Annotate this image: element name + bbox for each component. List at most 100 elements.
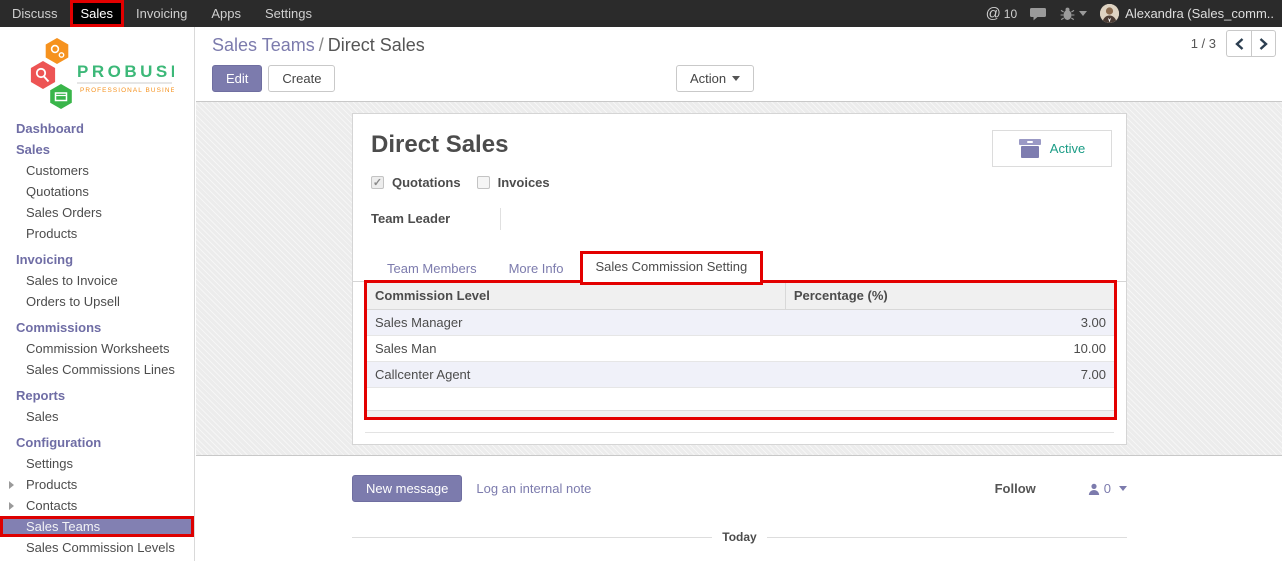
mentions-count: 10: [1004, 7, 1017, 21]
app-menu-settings[interactable]: Settings: [253, 0, 324, 27]
column-header-percentage[interactable]: Percentage (%): [785, 283, 1114, 309]
table-empty-row[interactable]: [367, 387, 1114, 412]
sheet-divider: [365, 432, 1114, 433]
pager-previous-button[interactable]: [1226, 30, 1251, 57]
sidebar-item-config-products[interactable]: Products: [0, 474, 194, 495]
sidebar-item-commission-worksheets[interactable]: Commission Worksheets: [0, 338, 194, 359]
magnifier-hexagon: [31, 61, 55, 89]
tab-sales-commission-setting[interactable]: Sales Commission Setting: [580, 251, 764, 285]
edit-button[interactable]: Edit: [212, 65, 262, 92]
user-name: Alexandra (Sales_comm..: [1125, 6, 1274, 21]
caret-down-icon: [1079, 11, 1087, 16]
user-icon: [1088, 483, 1100, 495]
sidebar-section-sales[interactable]: Sales: [0, 139, 194, 160]
action-label: Action: [690, 71, 726, 86]
sidebar: PROBUSE PROFESSIONAL BUSINESS Dashboard …: [0, 27, 195, 561]
action-dropdown-button[interactable]: Action: [676, 65, 754, 92]
sidebar-item-sales-orders[interactable]: Sales Orders: [0, 202, 194, 223]
chatter-toolbar: New message Log an internal note Follow …: [196, 457, 1282, 502]
sidebar-item-sales-commissions-lines[interactable]: Sales Commissions Lines: [0, 359, 194, 380]
log-internal-note-link[interactable]: Log an internal note: [476, 481, 591, 496]
messages-button[interactable]: [1030, 7, 1047, 21]
breadcrumb-current: Direct Sales: [328, 35, 425, 55]
form-view-background: Direct Sales ✓ Quotations Invoices Team …: [196, 101, 1282, 456]
table-header-row: Commission Level Percentage (%): [367, 283, 1114, 309]
tab-more-info[interactable]: More Info: [493, 254, 580, 281]
sidebar-section-configuration[interactable]: Configuration: [0, 432, 194, 453]
breadcrumb-parent-link[interactable]: Sales Teams: [212, 35, 315, 55]
sidebar-section-reports[interactable]: Reports: [0, 385, 194, 406]
followers-dropdown[interactable]: 0: [1088, 481, 1127, 496]
svg-text:PROBUSE: PROBUSE: [77, 62, 174, 81]
tab-team-members[interactable]: Team Members: [371, 254, 493, 281]
app-menu-sales[interactable]: Sales: [70, 0, 125, 27]
app-menu-invoicing[interactable]: Invoicing: [124, 0, 199, 27]
bug-icon: [1060, 7, 1075, 21]
app-menu-apps[interactable]: Apps: [199, 0, 253, 27]
sidebar-item-sales-to-invoice[interactable]: Sales to Invoice: [0, 270, 194, 291]
table-footer-band: [367, 410, 1114, 417]
caret-down-icon: [1119, 486, 1127, 491]
sidebar-item-config-contacts[interactable]: Contacts: [0, 495, 194, 516]
today-label: Today: [712, 530, 766, 544]
create-button[interactable]: Create: [268, 65, 335, 92]
chevron-right-icon: [1259, 38, 1268, 50]
avatar: [1100, 4, 1119, 23]
breadcrumb-separator: /: [315, 35, 328, 55]
commission-level-cell[interactable]: Sales Man: [367, 335, 785, 361]
chevron-right-icon: [9, 481, 14, 489]
sidebar-item-settings[interactable]: Settings: [0, 453, 194, 474]
sidebar-nav: Dashboard Sales Customers Quotations Sal…: [0, 118, 194, 558]
chatter: New message Log an internal note Follow …: [196, 457, 1282, 561]
new-message-button[interactable]: New message: [352, 475, 462, 502]
invoices-checkbox[interactable]: [477, 176, 490, 189]
follow-button[interactable]: Follow: [995, 481, 1036, 496]
sidebar-item-products[interactable]: Products: [0, 223, 194, 244]
form-sheet: Direct Sales ✓ Quotations Invoices Team …: [352, 113, 1127, 445]
active-toggle-button[interactable]: Active: [992, 130, 1112, 167]
percentage-cell[interactable]: 7.00: [785, 361, 1114, 387]
user-menu[interactable]: Alexandra (Sales_comm..: [1100, 4, 1274, 23]
sidebar-item-quotations[interactable]: Quotations: [0, 181, 194, 202]
button-row: Edit Create Action: [212, 65, 1266, 92]
sidebar-item-orders-to-upsell[interactable]: Orders to Upsell: [0, 291, 194, 312]
sidebar-section-invoicing[interactable]: Invoicing: [0, 249, 194, 270]
commission-level-cell[interactable]: Sales Manager: [367, 309, 785, 335]
quotations-checkbox[interactable]: ✓: [371, 176, 384, 189]
percentage-cell[interactable]: 3.00: [785, 309, 1114, 335]
team-leader-row: Team Leader: [371, 208, 501, 230]
sidebar-item-customers[interactable]: Customers: [0, 160, 194, 181]
checkbox-row: ✓ Quotations Invoices: [371, 175, 558, 190]
table-row[interactable]: Callcenter Agent 7.00: [367, 361, 1114, 387]
sidebar-item-sales-commission-levels[interactable]: Sales Commission Levels: [0, 537, 194, 558]
team-leader-label: Team Leader: [371, 208, 501, 230]
pager: 1 / 3: [1191, 30, 1276, 57]
commission-table: Commission Level Percentage (%) Sales Ma…: [367, 283, 1114, 412]
sidebar-item-label: Contacts: [26, 498, 77, 513]
table-row[interactable]: Sales Manager 3.00: [367, 309, 1114, 335]
record-title: Direct Sales: [371, 131, 508, 159]
column-header-commission-level[interactable]: Commission Level: [367, 283, 785, 309]
commission-table-annotation-box: Commission Level Percentage (%) Sales Ma…: [364, 280, 1117, 420]
debug-menu-button[interactable]: [1060, 7, 1087, 21]
sidebar-item-reports-sales[interactable]: Sales: [0, 406, 194, 427]
percentage-cell[interactable]: 10.00: [785, 335, 1114, 361]
sidebar-section-commissions[interactable]: Commissions: [0, 317, 194, 338]
sidebar-item-dashboard[interactable]: Dashboard: [0, 118, 194, 139]
at-icon: @: [986, 5, 1001, 22]
breadcrumb: Sales Teams/Direct Sales: [212, 35, 1266, 56]
chat-bubble-icon: [1030, 7, 1047, 21]
table-row[interactable]: Sales Man 10.00: [367, 335, 1114, 361]
caret-down-icon: [732, 76, 740, 81]
pager-value: 1 / 3: [1191, 36, 1216, 51]
commission-level-cell[interactable]: Callcenter Agent: [367, 361, 785, 387]
active-label: Active: [1050, 141, 1085, 156]
sidebar-item-sales-teams[interactable]: Sales Teams: [0, 516, 194, 537]
mentions-counter[interactable]: @ 10: [986, 5, 1018, 22]
app-menu-discuss[interactable]: Discuss: [0, 0, 70, 27]
svg-text:PROFESSIONAL BUSINESS: PROFESSIONAL BUSINESS: [80, 87, 174, 94]
top-navbar: Discuss Sales Invoicing Apps Settings @ …: [0, 0, 1282, 27]
pager-next-button[interactable]: [1251, 30, 1276, 57]
chevron-left-icon: [1235, 38, 1244, 50]
probuse-logo: PROBUSE PROFESSIONAL BUSINESS: [24, 37, 194, 114]
